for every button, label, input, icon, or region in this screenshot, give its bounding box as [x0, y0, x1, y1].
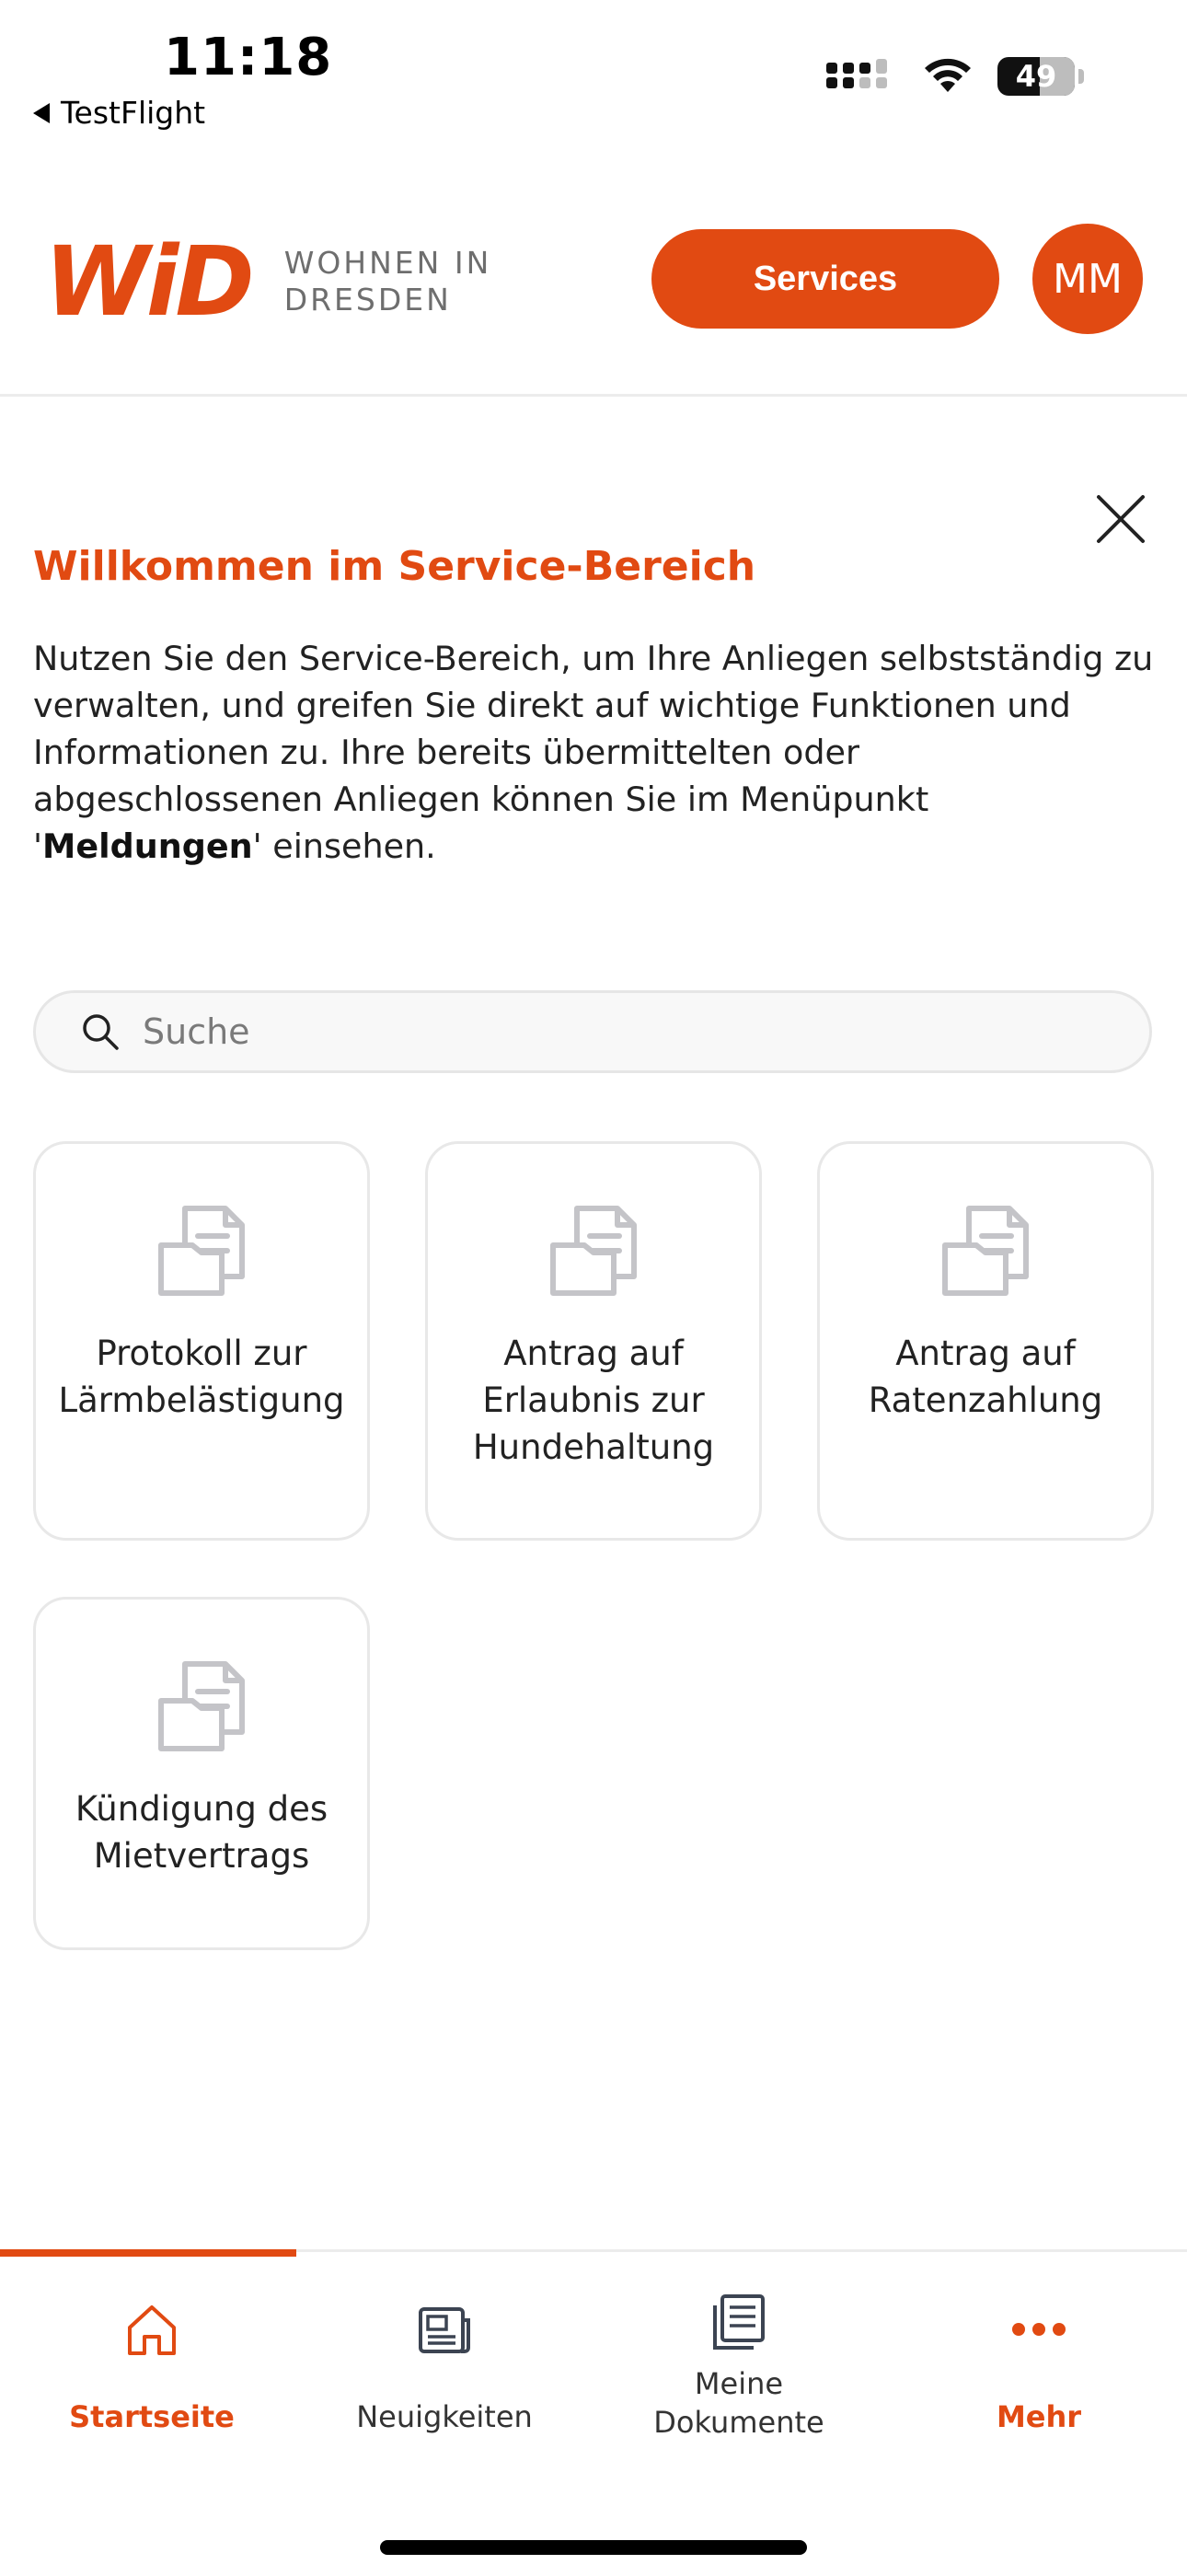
- nav-label: Mehr: [996, 2399, 1082, 2434]
- documents-icon: [158, 1206, 245, 1296]
- documents-icon: [942, 1206, 1029, 1296]
- welcome-title: Willkommen im Service-Bereich: [33, 543, 756, 590]
- status-time: 11:18: [164, 28, 333, 87]
- logo-text: WOHNEN IN DRESDEN: [284, 245, 492, 318]
- back-label: TestFlight: [61, 95, 206, 131]
- meldungen-link-text: Meldungen: [42, 826, 253, 866]
- battery-nub: [1078, 69, 1084, 84]
- logo-mark: WiD: [44, 225, 255, 338]
- status-bar: 11:18 TestFlight 49: [0, 0, 1187, 156]
- services-button[interactable]: Services: [651, 229, 999, 329]
- wifi-icon: [925, 58, 971, 92]
- home-indicator[interactable]: [380, 2540, 807, 2555]
- tile-label: Protokoll zur Lärmbelästigung: [58, 1334, 345, 1420]
- logo-line-2: DRESDEN: [283, 282, 452, 318]
- search-bar[interactable]: [33, 990, 1152, 1073]
- tile-installment-payment[interactable]: Antrag auf Ratenzahlung: [817, 1141, 1154, 1541]
- user-avatar[interactable]: MM: [1032, 224, 1143, 334]
- tile-dog-permit[interactable]: Antrag auf Erlaubnis zur Hundehaltung: [425, 1141, 762, 1541]
- nav-item-meine-dokumente[interactable]: Meine Dokumente: [591, 2252, 887, 2455]
- cellular-signal-icon: [826, 59, 887, 88]
- status-indicators: 49: [824, 57, 1084, 96]
- back-to-testflight[interactable]: TestFlight: [33, 95, 205, 131]
- nav-label: Meine Dokumente: [653, 2366, 824, 2440]
- nav-label: Startseite: [69, 2399, 235, 2434]
- newspaper-icon: [419, 2307, 470, 2353]
- tile-label: Kündigung des Mietvertrags: [75, 1789, 328, 1876]
- tile-label: Antrag auf Erlaubnis zur Hundehaltung: [472, 1334, 715, 1467]
- tile-noise-protocol[interactable]: Protokoll zur Lärmbelästigung: [33, 1141, 370, 1541]
- search-input[interactable]: [141, 1011, 1065, 1053]
- welcome-text-part2: ' einsehen.: [252, 826, 436, 866]
- nav-label: Neuigkeiten: [356, 2399, 533, 2434]
- close-icon[interactable]: [1093, 491, 1148, 547]
- documents-icon: [713, 2294, 765, 2350]
- nav-item-neuigkeiten[interactable]: Neuigkeiten: [296, 2252, 593, 2455]
- documents-icon: [158, 1661, 245, 1751]
- more-dots-icon: [1012, 2323, 1066, 2336]
- bottom-navigation: Startseite Neuigkeiten Meine Dokumente M…: [0, 2249, 1187, 2576]
- battery-level: 49: [1015, 59, 1057, 94]
- logo-line-1: WOHNEN IN: [283, 245, 492, 281]
- wohnen-in-dresden-logo[interactable]: WiD WOHNEN IN DRESDEN: [44, 234, 491, 329]
- tile-lease-termination[interactable]: Kündigung des Mietvertrags: [33, 1597, 370, 1950]
- back-triangle-icon: [33, 102, 50, 123]
- welcome-description: Nutzen Sie den Service-Bereich, um Ihre …: [33, 635, 1156, 870]
- tile-label: Antrag auf Ratenzahlung: [868, 1334, 1103, 1420]
- nav-item-mehr[interactable]: Mehr: [891, 2252, 1187, 2455]
- search-icon: [83, 1014, 119, 1050]
- nav-item-startseite[interactable]: Startseite: [4, 2252, 300, 2455]
- home-icon: [128, 2305, 176, 2355]
- documents-icon: [550, 1206, 637, 1296]
- app-header: WiD WOHNEN IN DRESDEN Services MM: [0, 156, 1187, 397]
- battery-icon: 49: [997, 57, 1075, 96]
